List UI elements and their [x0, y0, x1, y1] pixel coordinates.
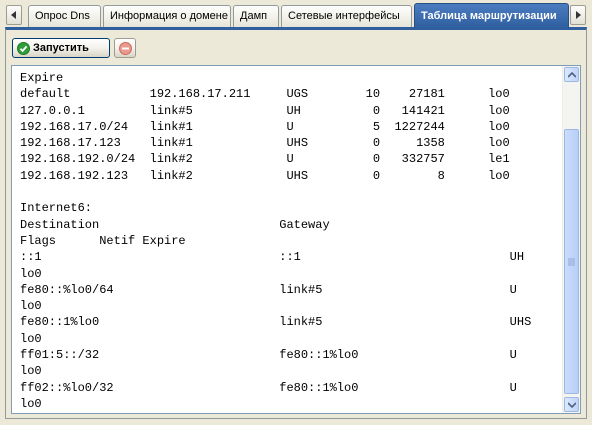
console-line: ff02::%lo0/32 fe80::1%lo0 U [20, 380, 517, 395]
arrow-right-icon [576, 11, 581, 19]
console-line: lo0 [20, 396, 42, 411]
console-line: 192.168.192.123 link#2 UHS 0 8 lo0 [20, 168, 510, 183]
console-line: 192.168.17.0/24 link#1 U 5 1227244 lo0 [20, 119, 510, 134]
tab-dns-query[interactable]: Опрос Dns [28, 5, 101, 27]
tab-strip: Опрос Dns Информация о домене Дамп Сетев… [0, 0, 592, 28]
console-line: lo0 [20, 364, 42, 379]
grip-icon [568, 258, 575, 266]
chevron-down-icon [567, 401, 576, 408]
tabs-scroll-left-button[interactable] [6, 5, 22, 25]
console-text: Expire default 192.168.17.211 UGS 10 2718… [20, 70, 560, 412]
check-circle-icon [17, 41, 30, 55]
stop-icon [118, 41, 132, 55]
console-line: Internet6: [20, 201, 93, 216]
console-line: ::1 ::1 UH [20, 250, 525, 265]
scroll-thumb[interactable] [564, 129, 579, 394]
console-line: fe80::%lo0/64 link#5 U [20, 282, 517, 297]
console-line: ff01:5::/32 fe80::1%lo0 U [20, 348, 517, 363]
console-line: fe80::1%lo0 link#5 UHS [20, 315, 532, 330]
console-line: Expire [20, 71, 64, 85]
console-line: default 192.168.17.211 UGS 10 27181 lo0 [20, 87, 510, 102]
routing-table-output[interactable]: Expire default 192.168.17.211 UGS 10 2718… [11, 65, 581, 414]
arrow-left-icon [11, 11, 16, 19]
scroll-down-button[interactable] [564, 397, 579, 412]
scroll-up-button[interactable] [564, 67, 579, 82]
tab-panel: Запустить Expire default 192.168.17.211 U… [5, 27, 587, 419]
tab-dump[interactable]: Дамп [233, 5, 279, 27]
chevron-up-icon [567, 71, 576, 78]
console-line: lo0 [20, 266, 42, 281]
console-line: Flags Netif Expire [20, 233, 186, 248]
vertical-scrollbar[interactable] [562, 66, 580, 413]
run-button[interactable]: Запустить [12, 38, 110, 58]
run-button-label: Запустить [33, 42, 89, 54]
console-line: 192.168.192.0/24 link#2 U 0 332757 le1 [20, 152, 510, 167]
console-line: 127.0.0.1 link#5 UH 0 141421 lo0 [20, 103, 510, 118]
tabs-scroll-right-button[interactable] [570, 5, 586, 25]
console-line: Destination Gateway [20, 217, 330, 232]
tab-routing-table[interactable]: Таблица маршрутизации [414, 3, 569, 28]
console-line: lo0 [20, 299, 42, 314]
tab-network-interfaces[interactable]: Сетевые интерфейсы [281, 5, 412, 27]
console-line: 192.168.17.123 link#1 UHS 0 1358 lo0 [20, 136, 510, 151]
tab-domain-info[interactable]: Информация о домене [103, 5, 231, 27]
stop-button[interactable] [114, 38, 136, 58]
console-line: lo0 [20, 331, 42, 346]
